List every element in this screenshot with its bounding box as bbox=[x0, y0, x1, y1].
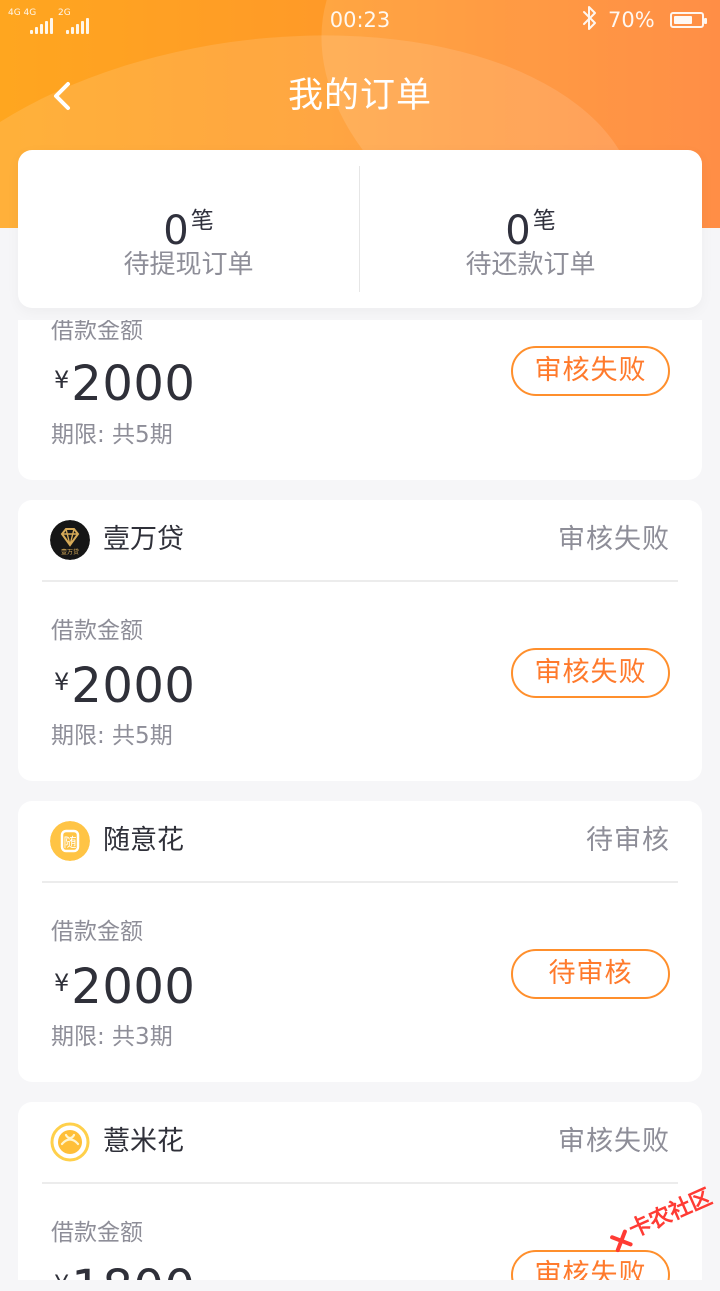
order-card[interactable]: 薏米花 审核失败 借款金额 ¥1800 审核失败 bbox=[18, 1102, 702, 1280]
order-card[interactable]: 随 随意花 待审核 借款金额 ¥2000 期限: 共3期 待审核 bbox=[18, 801, 702, 1082]
order-status: 审核失败 bbox=[558, 1126, 670, 1157]
loan-amount-value: 2000 bbox=[71, 356, 196, 412]
pending-withdrawal-unit: 笔 bbox=[190, 208, 214, 234]
loan-amount: ¥2000 bbox=[54, 352, 195, 423]
pending-repayment-unit: 笔 bbox=[532, 208, 556, 234]
pending-repayment-count-row: 0笔 bbox=[360, 198, 701, 254]
suiyihua-logo-icon: 随 bbox=[50, 821, 90, 861]
pending-withdrawal-summary[interactable]: 0笔 待提现订单 bbox=[18, 198, 359, 288]
battery-percentage: 70% bbox=[608, 8, 655, 32]
order-status: 审核失败 bbox=[558, 524, 670, 555]
loan-amount: ¥2000 bbox=[54, 654, 195, 725]
pending-review-button[interactable]: 待审核 bbox=[511, 949, 670, 999]
pending-repayment-label: 待还款订单 bbox=[465, 250, 596, 280]
loan-amount-label: 借款金额 bbox=[51, 919, 143, 945]
order-card[interactable]: 壹万贷 壹万贷 审核失败 借款金额 ¥2000 期限: 共5期 审核失败 bbox=[18, 500, 702, 781]
bluetooth-icon bbox=[583, 6, 596, 30]
pending-withdrawal-label: 待提现订单 bbox=[123, 250, 254, 280]
yimihua-logo-icon bbox=[50, 1122, 90, 1162]
yiwandai-logo-icon: 壹万贷 bbox=[50, 520, 90, 560]
order-card-header: 薏米花 审核失败 bbox=[42, 1102, 678, 1184]
review-failed-button[interactable]: 审核失败 bbox=[511, 648, 670, 698]
loan-amount: ¥2000 bbox=[54, 955, 195, 1026]
battery-icon bbox=[670, 12, 707, 28]
loan-amount-value: 2000 bbox=[71, 959, 196, 1015]
pending-withdrawal-count-row: 0笔 bbox=[18, 198, 359, 254]
battery-fill bbox=[674, 16, 693, 24]
loan-amount-label: 借款金额 bbox=[51, 320, 143, 344]
order-card-header: 随 随意花 待审核 bbox=[42, 801, 678, 883]
status-bar: 4G 4G 2G 00:23 70% bbox=[0, 0, 720, 40]
loan-term: 期限: 共3期 bbox=[51, 1024, 173, 1050]
order-card-header: 壹万贷 壹万贷 审核失败 bbox=[42, 500, 678, 582]
loan-amount-label: 借款金额 bbox=[51, 618, 143, 644]
yiwandai-logo-text: 壹万贷 bbox=[61, 548, 79, 556]
review-failed-button[interactable]: 审核失败 bbox=[511, 346, 670, 396]
pending-repayment-summary[interactable]: 0笔 待还款订单 bbox=[360, 198, 701, 288]
order-summary-card: 0笔 待提现订单 0笔 待还款订单 bbox=[18, 150, 702, 308]
currency-symbol: ¥ bbox=[54, 366, 70, 394]
loan-amount: ¥1800 bbox=[54, 1256, 195, 1280]
loan-term: 期限: 共5期 bbox=[51, 723, 173, 749]
app-name: 壹万贷 bbox=[103, 524, 184, 555]
loan-term: 期限: 共5期 bbox=[51, 422, 173, 448]
loan-amount-label: 借款金额 bbox=[51, 1220, 143, 1246]
app-name: 随意花 bbox=[103, 825, 184, 856]
page-title: 我的订单 bbox=[287, 76, 432, 116]
suiyihua-logo-text: 随 bbox=[63, 836, 76, 851]
order-card[interactable]: 借款金额 ¥2000 期限: 共5期 审核失败 bbox=[18, 320, 702, 480]
currency-symbol: ¥ bbox=[54, 969, 70, 997]
app-name: 薏米花 bbox=[103, 1126, 184, 1157]
currency-symbol: ¥ bbox=[54, 668, 70, 696]
loan-amount-value: 1800 bbox=[71, 1260, 195, 1280]
order-status: 待审核 bbox=[586, 825, 670, 856]
loan-amount-value: 2000 bbox=[71, 658, 196, 714]
currency-symbol: ¥ bbox=[54, 1270, 69, 1280]
